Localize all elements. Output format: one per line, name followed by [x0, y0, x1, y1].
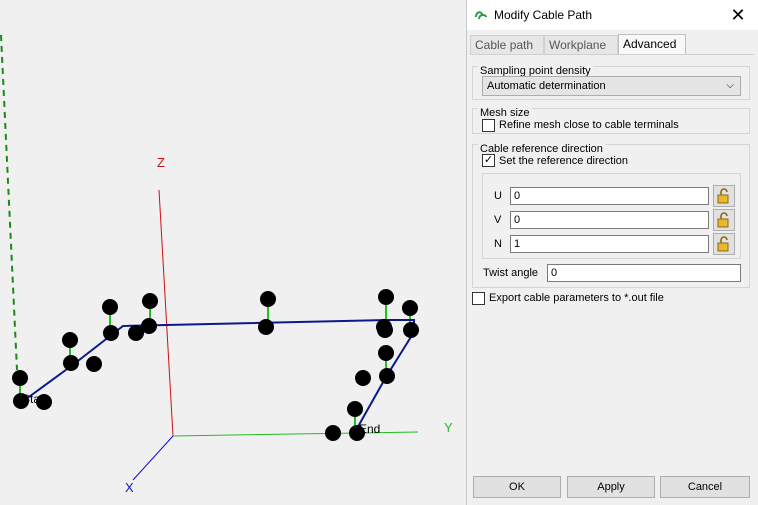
export-parameters-label: Export cable parameters to *.out file [489, 292, 664, 304]
sampling-group: Sampling point density Automatic determi… [472, 65, 750, 100]
twist-angle-label: Twist angle [483, 267, 539, 279]
cancel-button[interactable]: Cancel [660, 476, 750, 498]
refine-mesh-label: Refine mesh close to cable terminals [499, 119, 679, 131]
reference-direction-group: Cable reference direction ✓ Set the refe… [472, 143, 750, 288]
tab-workplane[interactable]: Workplane [544, 35, 618, 54]
set-reference-label: Set the reference direction [499, 155, 629, 167]
unlock-icon [717, 188, 729, 204]
z-axis-label: Z [157, 155, 165, 170]
start-label: Start [22, 392, 48, 406]
tab-cable-path[interactable]: Cable path [470, 35, 544, 54]
v-field[interactable]: 0 [510, 211, 709, 229]
z-axis [158, 189, 174, 437]
viewport-canvas[interactable] [0, 0, 466, 505]
3d-viewport[interactable]: Z Y X Start End [0, 0, 466, 505]
reference-group-title: Cable reference direction [478, 143, 605, 155]
v-label: V [494, 214, 502, 226]
n-lock-button[interactable] [713, 233, 735, 255]
set-reference-checkbox[interactable]: ✓ [482, 154, 495, 167]
x-axis-label: X [125, 480, 134, 495]
tab-label: Workplane [549, 38, 607, 52]
v-lock-button[interactable] [713, 209, 735, 231]
mesh-size-group-title: Mesh size [478, 107, 532, 119]
refine-mesh-checkbox[interactable] [482, 119, 495, 132]
u-lock-button[interactable] [713, 185, 735, 207]
dialog-titlebar[interactable]: Modify Cable Path ✕ [467, 0, 758, 30]
unlock-icon [717, 212, 729, 228]
x-axis [132, 435, 174, 481]
modify-cable-path-dialog: Modify Cable Path ✕ Cable path Workplane… [466, 0, 758, 505]
u-field[interactable]: 0 [510, 187, 709, 205]
n-label: N [494, 238, 502, 250]
sampling-points[interactable] [12, 289, 419, 441]
close-icon: ✕ [730, 5, 746, 25]
tab-divider [470, 54, 754, 55]
ok-button[interactable]: OK [473, 476, 561, 498]
tab-label: Advanced [623, 37, 677, 51]
apply-button[interactable]: Apply [567, 476, 655, 498]
close-button[interactable]: ✕ [718, 0, 758, 30]
unlock-icon [717, 236, 729, 252]
mesh-size-group: Mesh size Refine mesh close to cable ter… [472, 107, 750, 134]
end-label: End [359, 422, 381, 436]
chevron-down-icon: ⌵ [726, 80, 734, 91]
dialog-title: Modify Cable Path [494, 8, 593, 22]
tab-label: Cable path [475, 38, 534, 52]
twist-angle-field[interactable]: 0 [547, 264, 741, 282]
u-label: U [494, 190, 502, 202]
sampling-density-value: Automatic determination [487, 80, 606, 92]
sampling-density-select[interactable]: Automatic determination ⌵ [482, 76, 741, 96]
checkmark-icon: ✓ [483, 154, 494, 166]
guide-line [0, 34, 18, 371]
uvn-box: U 0 V 0 N 1 [482, 173, 741, 259]
tab-advanced[interactable]: Advanced [618, 34, 686, 55]
y-axis [172, 431, 419, 437]
n-field[interactable]: 1 [510, 235, 709, 253]
cable-app-icon [475, 11, 487, 20]
y-axis-label: Y [444, 420, 453, 435]
export-parameters-checkbox[interactable] [472, 292, 485, 305]
